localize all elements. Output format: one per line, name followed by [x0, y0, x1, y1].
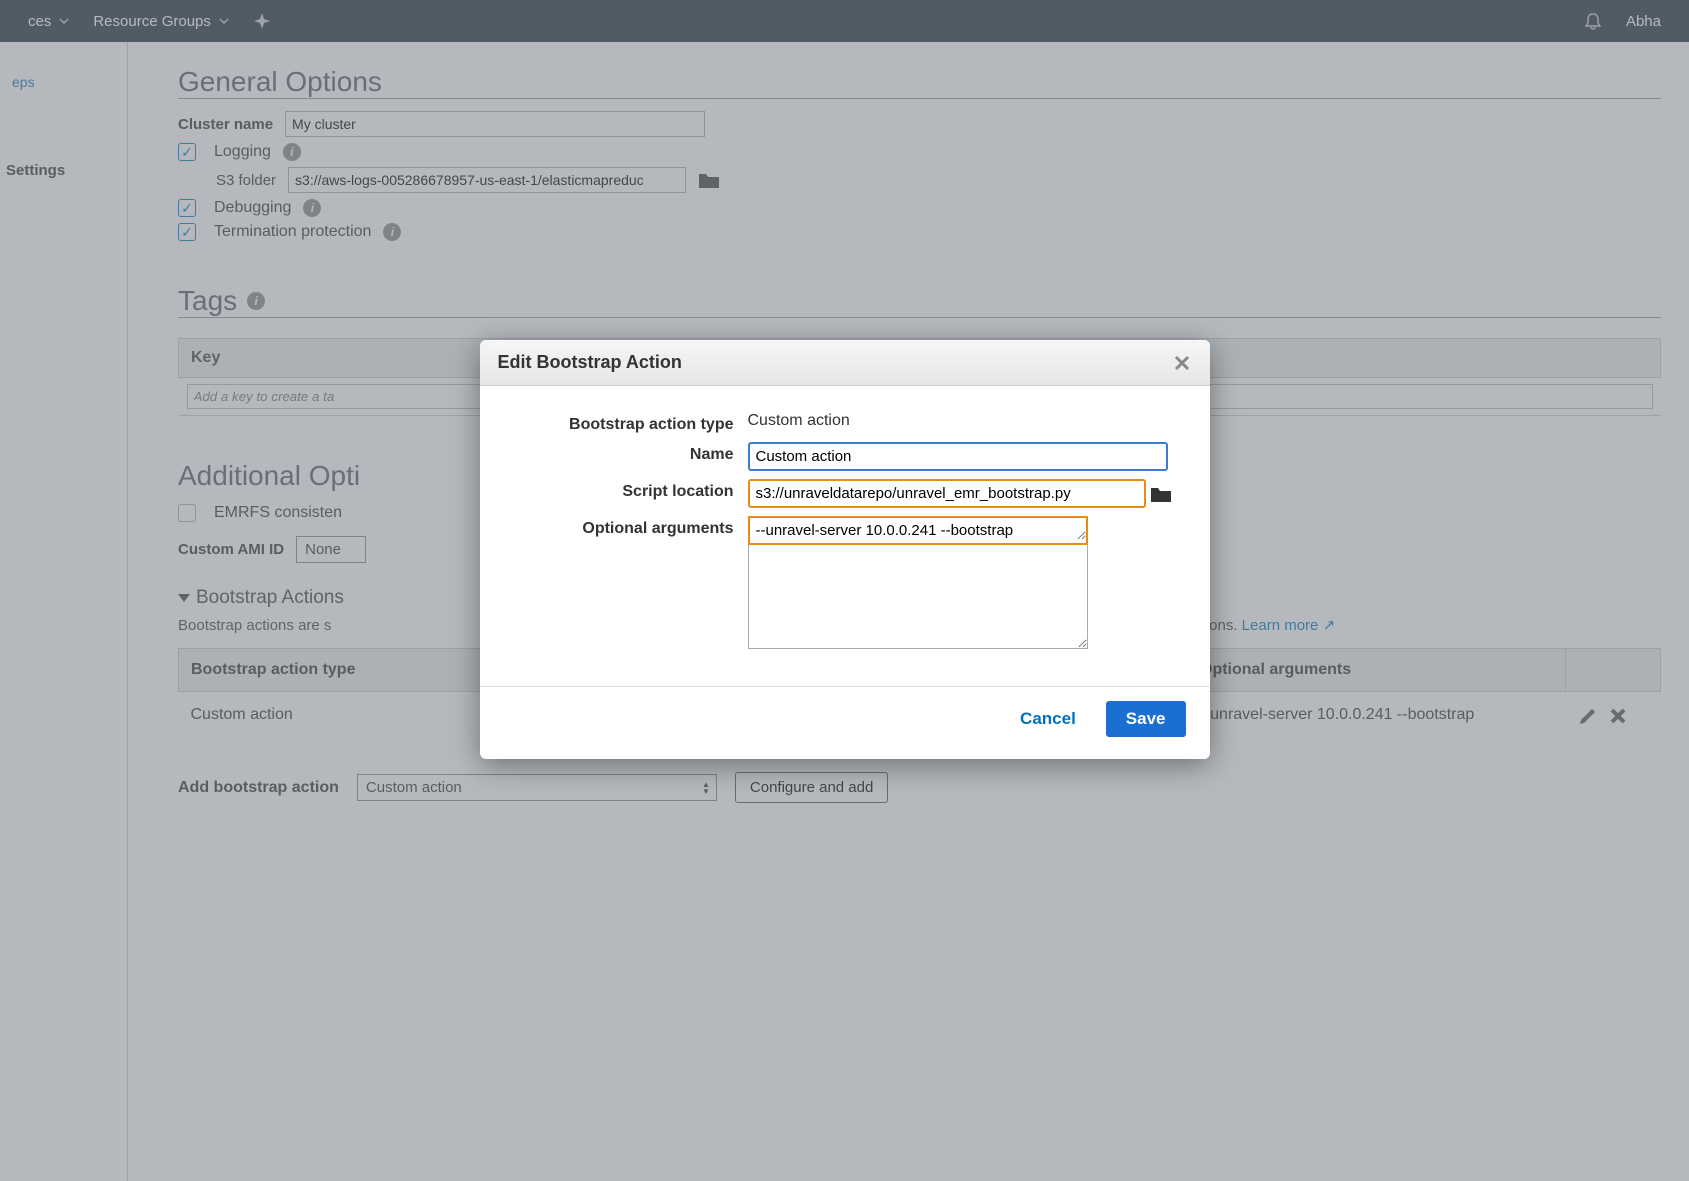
- edit-bootstrap-modal: Edit Bootstrap Action Bootstrap action t…: [480, 340, 1210, 759]
- modal-type-label: Bootstrap action type: [504, 412, 734, 434]
- modal-args-input[interactable]: [748, 545, 1088, 649]
- modal-name-label: Name: [504, 442, 734, 464]
- close-icon[interactable]: [1172, 353, 1192, 373]
- modal-script-label: Script location: [504, 479, 734, 501]
- modal-script-input[interactable]: [748, 479, 1146, 508]
- modal-footer: Cancel Save: [480, 686, 1210, 759]
- modal-overlay: Edit Bootstrap Action Bootstrap action t…: [0, 0, 1689, 1181]
- folder-icon[interactable]: [1150, 485, 1172, 503]
- modal-title: Edit Bootstrap Action: [498, 352, 682, 373]
- modal-type-value: Custom action: [748, 412, 850, 430]
- modal-body: Bootstrap action type Custom action Name…: [480, 386, 1210, 678]
- modal-name-input[interactable]: [748, 442, 1168, 471]
- save-button[interactable]: Save: [1106, 701, 1186, 737]
- cancel-button[interactable]: Cancel: [1020, 709, 1076, 729]
- modal-args-label: Optional arguments: [504, 516, 734, 538]
- modal-args-input-highlight[interactable]: [750, 518, 1086, 540]
- modal-header: Edit Bootstrap Action: [480, 340, 1210, 386]
